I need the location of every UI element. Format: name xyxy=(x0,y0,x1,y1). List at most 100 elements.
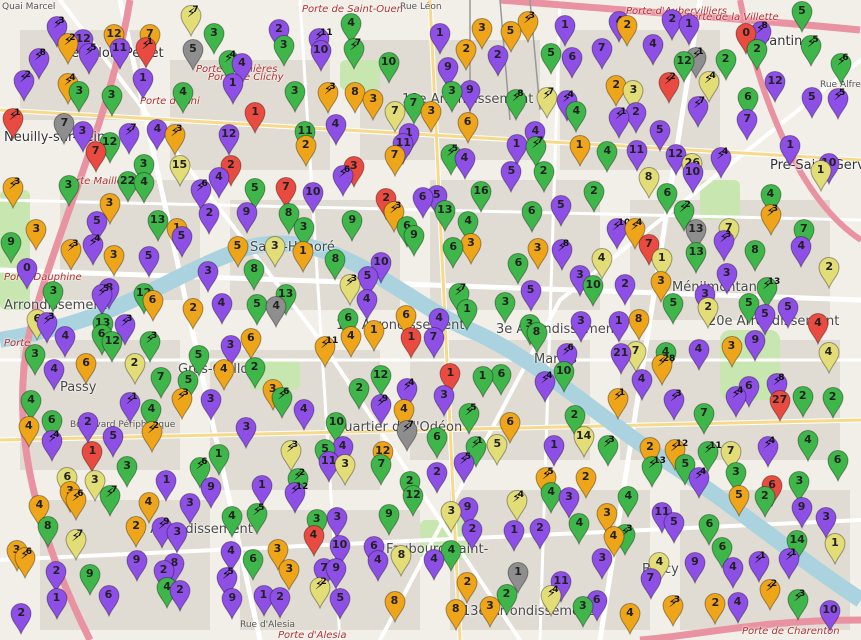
station-marker[interactable]: 0 xyxy=(16,257,38,290)
station-marker[interactable]: 4 xyxy=(54,325,76,358)
station-marker[interactable]: 27 xyxy=(769,390,791,423)
station-marker[interactable]: 1 xyxy=(132,67,154,100)
station-marker[interactable]: 5 xyxy=(540,43,562,76)
station-marker[interactable]: ⚡ 5 xyxy=(453,452,475,485)
station-marker[interactable]: 6 xyxy=(97,585,120,617)
station-marker[interactable]: ⚡ 8 xyxy=(505,89,527,122)
station-marker[interactable]: 3 xyxy=(116,456,138,488)
station-marker[interactable]: ⚡ 6 xyxy=(14,547,36,580)
station-marker[interactable]: 4 xyxy=(213,359,235,392)
station-marker[interactable]: 1 xyxy=(363,320,385,353)
station-marker[interactable]: 3 xyxy=(284,80,306,113)
station-marker[interactable]: 3 xyxy=(334,454,356,487)
station-marker[interactable]: ⚡ 5 xyxy=(78,43,100,75)
station-marker[interactable]: 2 xyxy=(583,180,605,213)
station-marker[interactable]: 6 xyxy=(75,352,97,385)
station-marker[interactable]: 2 xyxy=(295,135,317,168)
station-marker[interactable]: 10 xyxy=(681,161,704,194)
station-marker[interactable]: 10 xyxy=(302,181,324,214)
station-marker[interactable]: 5 xyxy=(520,280,542,313)
station-marker[interactable]: 1 xyxy=(292,240,314,273)
station-marker[interactable]: ⚡ 7 xyxy=(396,420,418,452)
station-marker[interactable]: 6 xyxy=(242,548,264,581)
station-marker[interactable]: 6 xyxy=(412,187,434,220)
station-marker[interactable]: 9 xyxy=(341,210,363,243)
station-marker[interactable]: 4 xyxy=(453,148,476,181)
station-marker[interactable]: 5 xyxy=(777,297,799,329)
station-marker[interactable]: 6 xyxy=(240,328,262,361)
station-marker[interactable]: ⚡ 6 xyxy=(830,53,852,85)
station-marker[interactable]: ⚡ 3 xyxy=(2,177,24,209)
station-marker[interactable]: 5 xyxy=(791,0,813,33)
station-marker[interactable]: 4 xyxy=(790,235,812,268)
station-marker[interactable]: 8 xyxy=(744,239,766,272)
station-marker[interactable]: ⚡ 3 xyxy=(317,82,339,114)
station-marker[interactable]: ⚡ 3 xyxy=(663,389,685,421)
station-marker[interactable]: 1 xyxy=(456,299,478,332)
station-marker[interactable]: 4 xyxy=(293,399,315,431)
station-marker[interactable]: 4 xyxy=(324,113,347,146)
station-marker[interactable]: 1 xyxy=(678,13,700,46)
station-marker[interactable]: 4 xyxy=(423,549,445,582)
station-marker[interactable]: 12 xyxy=(218,123,240,156)
station-marker[interactable]: ⚡ 1 xyxy=(2,108,24,140)
station-marker[interactable]: ⚡ 28 xyxy=(651,354,675,386)
station-marker[interactable]: 5 xyxy=(486,434,508,467)
station-marker[interactable]: 12 xyxy=(370,364,392,397)
station-marker[interactable]: ⚡ 3 xyxy=(662,595,684,628)
station-marker[interactable]: 2 xyxy=(198,203,220,236)
station-marker[interactable]: 4 xyxy=(817,341,840,374)
station-marker[interactable]: 12 xyxy=(402,484,424,517)
station-marker[interactable]: ⚡ 7 xyxy=(118,123,140,156)
station-marker[interactable]: ⚡ 9 xyxy=(370,394,392,426)
station-marker[interactable]: ⚡ 7 xyxy=(343,38,365,70)
station-marker[interactable]: ⚡ 4 xyxy=(757,436,779,468)
station-marker[interactable]: 5 xyxy=(182,38,204,71)
station-marker[interactable]: 2 xyxy=(487,44,509,77)
station-marker[interactable]: ⚡ 1 xyxy=(607,388,629,420)
station-marker[interactable]: 2 xyxy=(704,593,726,626)
station-marker[interactable]: 9 xyxy=(221,588,243,621)
station-marker[interactable]: 3 xyxy=(433,385,455,418)
station-marker[interactable]: ⚡ 2 xyxy=(141,421,163,453)
station-marker[interactable]: 3 xyxy=(25,218,47,251)
station-marker[interactable]: 3 xyxy=(57,175,80,207)
station-marker[interactable]: 12 xyxy=(764,70,786,103)
station-marker[interactable]: 9 xyxy=(403,225,425,257)
station-marker[interactable]: ⚡ 5 xyxy=(91,284,113,316)
station-marker[interactable]: 6 xyxy=(490,364,512,397)
station-marker[interactable]: ⚡ 2 xyxy=(308,577,331,609)
station-marker[interactable]: 5 xyxy=(550,194,572,227)
station-marker[interactable]: 14 xyxy=(573,425,595,458)
station-marker[interactable]: 5 xyxy=(500,161,522,194)
station-marker[interactable]: 6 xyxy=(457,111,479,144)
station-marker[interactable]: 6 xyxy=(442,237,464,270)
station-marker[interactable]: 3 xyxy=(720,336,743,369)
station-marker[interactable]: 8 xyxy=(243,259,265,291)
station-marker[interactable]: 2 xyxy=(746,38,768,71)
station-marker[interactable]: 2 xyxy=(533,160,555,193)
station-marker[interactable]: 6 xyxy=(141,289,164,322)
station-marker[interactable]: 3 xyxy=(716,262,738,295)
station-marker[interactable]: 7 xyxy=(384,144,406,177)
station-marker[interactable]: 1 xyxy=(400,327,422,360)
station-marker[interactable]: 4 xyxy=(619,603,641,636)
station-marker[interactable]: 4 xyxy=(43,359,65,392)
station-marker[interactable]: ⚡ 1 xyxy=(747,551,770,583)
station-marker[interactable]: ⚡ 4 xyxy=(506,490,528,522)
station-marker[interactable]: 7 xyxy=(736,108,758,141)
station-marker[interactable]: ⚡ 3 xyxy=(787,589,809,622)
station-marker[interactable]: 5 xyxy=(662,293,684,325)
station-marker[interactable]: 4 xyxy=(18,416,40,448)
station-marker[interactable]: 10 xyxy=(310,39,332,72)
station-marker[interactable]: 3 xyxy=(101,85,123,118)
station-marker[interactable]: 1 xyxy=(810,160,832,193)
station-marker[interactable]: ⚡ 3 xyxy=(170,388,193,421)
station-marker[interactable]: ⚡ 4 xyxy=(41,430,63,463)
station-marker[interactable]: 2 xyxy=(529,517,551,550)
station-marker[interactable]: ⚡ 4 xyxy=(710,147,732,180)
station-marker[interactable]: ⚡ 3 xyxy=(280,440,302,472)
station-marker[interactable]: 1 xyxy=(779,134,801,167)
station-marker[interactable]: 4 xyxy=(596,140,618,173)
station-marker[interactable]: ⚡ 13 xyxy=(641,456,666,489)
